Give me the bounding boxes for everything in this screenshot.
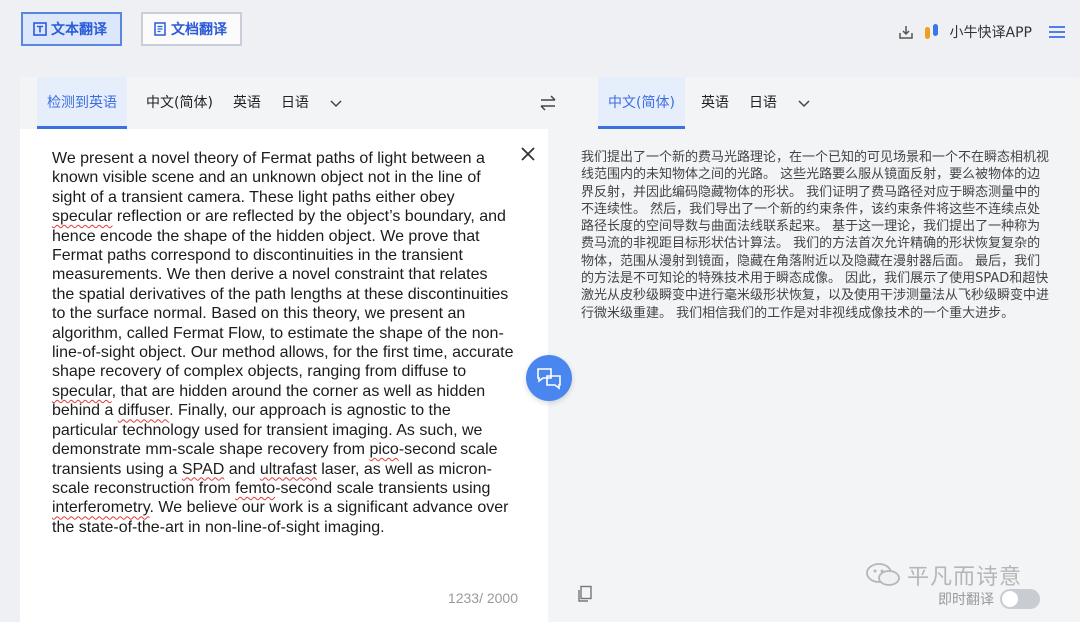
spellcheck-word: SPAD <box>181 460 225 478</box>
source-text-segment: -second scale transients using <box>275 479 491 497</box>
translation-output: 我们提出了一个新的费马光路理论，在一个已知的可见场景和一个不在瞬态相机视线范围内… <box>581 150 1050 321</box>
watermark-text: 平凡而诗意 <box>907 565 1023 590</box>
spellcheck-word: ultrafast <box>259 460 317 478</box>
source-lang-detected[interactable]: 检测到英语 <box>37 77 127 129</box>
copy-icon[interactable] <box>576 585 594 603</box>
spellcheck-word: femto <box>235 479 276 497</box>
spellcheck-word: specular <box>52 382 112 400</box>
source-input-area[interactable]: We present a novel theory of Fermat path… <box>20 129 548 622</box>
translate-panel: 检测到英语 中文(简体) 英语 日语 中文(简体) 英语 日语 We prese… <box>20 77 1080 622</box>
clear-close-icon[interactable] <box>520 146 536 162</box>
source-lang-english[interactable]: 英语 <box>223 77 271 129</box>
source-lang-chevron-down-icon[interactable] <box>329 96 343 110</box>
instant-translate: 即时翻译 <box>938 589 1040 609</box>
wechat-icon <box>866 563 900 586</box>
document-icon <box>154 22 166 36</box>
target-lang-japanese[interactable]: 日语 <box>739 77 787 129</box>
swap-languages-icon[interactable] <box>538 93 558 113</box>
spellcheck-word: interferometry <box>52 499 150 517</box>
instant-translate-toggle[interactable] <box>1000 589 1040 609</box>
source-text-segment: and <box>224 460 260 478</box>
source-lang-japanese[interactable]: 日语 <box>271 77 319 129</box>
spellcheck-word: specular <box>52 208 113 226</box>
text-translate-tab[interactable]: 文本翻译 <box>21 12 122 46</box>
menu-icon[interactable] <box>1048 25 1066 39</box>
app-logo-icon <box>924 24 938 39</box>
watermark: 平凡而诗意 <box>865 559 1022 591</box>
spellcheck-word: diffuser <box>117 402 170 420</box>
source-text[interactable]: We present a novel theory of Fermat path… <box>52 149 514 537</box>
target-lang-chinese[interactable]: 中文(简体) <box>598 77 685 129</box>
doc-translate-tab[interactable]: 文档翻译 <box>141 12 242 46</box>
target-lang-chevron-down-icon[interactable] <box>797 96 811 110</box>
spellcheck-word: pico <box>369 441 399 459</box>
source-lang-chinese[interactable]: 中文(简体) <box>136 77 223 129</box>
toggle-knob <box>1002 591 1018 607</box>
target-lang-bar: 中文(简体) 英语 日语 <box>598 77 811 129</box>
char-counter: 1233/ 2000 <box>447 590 518 606</box>
instant-translate-label: 即时翻译 <box>938 592 994 608</box>
feedback-chat-button[interactable] <box>526 355 572 401</box>
source-text-segment: reflection or are reflected by the objec… <box>52 208 514 381</box>
source-lang-bar: 检测到英语 中文(简体) 英语 日语 <box>37 77 343 129</box>
download-icon[interactable] <box>898 24 914 40</box>
target-lang-english[interactable]: 英语 <box>691 77 739 129</box>
chat-icon <box>537 368 561 390</box>
top-bar: 文本翻译 文档翻译 小牛快译APP <box>0 0 1080 62</box>
doc-translate-label: 文档翻译 <box>171 22 227 38</box>
app-download-link[interactable]: 小牛快译APP <box>950 22 1032 42</box>
text-translate-label: 文本翻译 <box>51 22 107 38</box>
text-translate-icon <box>33 22 47 36</box>
right-tools: 小牛快译APP <box>898 22 1066 42</box>
source-text-segment: We present a novel theory of Fermat path… <box>52 150 485 206</box>
